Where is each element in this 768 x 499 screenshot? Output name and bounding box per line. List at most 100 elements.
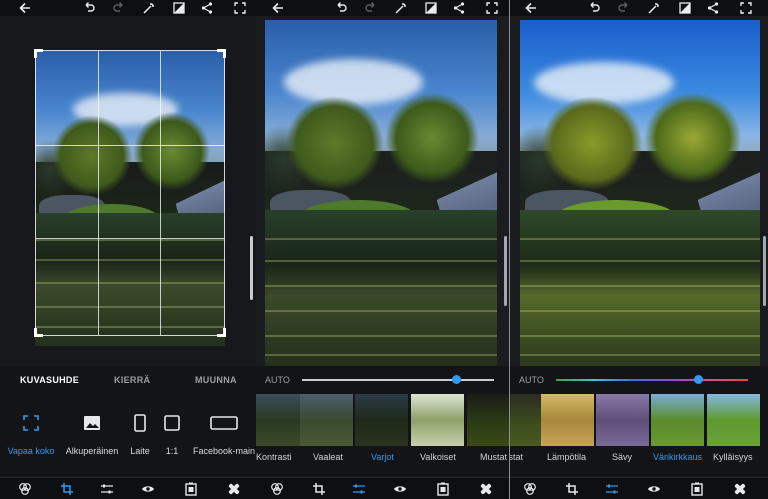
tool-label: Alkuperäinen [65, 446, 119, 456]
eye-icon[interactable] [141, 482, 155, 496]
healing-icon[interactable] [733, 482, 747, 496]
panel-scroll-handle[interactable] [763, 236, 766, 306]
undo-icon[interactable] [334, 1, 348, 15]
tool-original[interactable]: Alkuperäinen [62, 412, 122, 456]
tab-rotate[interactable]: KIERRÄ [114, 375, 150, 385]
tool-label: Laite [130, 446, 150, 456]
crop-tools: Vapaa koko Alkuperäinen Laite 1:1 Facebo… [0, 394, 256, 477]
frame-icon[interactable] [690, 482, 704, 496]
panel-scroll-handle[interactable] [504, 236, 507, 306]
magic-wand-icon[interactable] [394, 1, 408, 15]
fullscreen-icon[interactable] [233, 1, 247, 15]
back-arrow-icon[interactable] [524, 1, 538, 15]
bottom-nav [256, 477, 509, 499]
crop-tabs: KUVASUHDE KIERRÄ MUUNNA [0, 366, 256, 394]
filters-icon[interactable] [18, 482, 32, 496]
share-icon[interactable] [452, 1, 466, 15]
adjust-icon[interactable] [100, 482, 114, 496]
back-arrow-icon[interactable] [18, 1, 32, 15]
undo-icon[interactable] [82, 1, 96, 15]
option-thumb[interactable] [651, 394, 704, 446]
crop-corner-handle[interactable] [34, 328, 43, 337]
crop-panel: KUVASUHDE KIERRÄ MUUNNA Vapaa koko Alkup… [0, 0, 256, 499]
compare-icon[interactable] [678, 1, 692, 15]
healing-icon[interactable] [227, 482, 241, 496]
top-toolbar [0, 0, 256, 16]
crop-corner-handle[interactable] [34, 49, 43, 58]
option-thumb[interactable] [541, 394, 594, 446]
option-thumb[interactable] [467, 394, 509, 446]
tab-transform[interactable]: MUUNNA [195, 375, 237, 385]
option-label: Mustat [480, 452, 508, 462]
adjust-panel: AUTO Kontrasti Vaaleat Varjot Valkoiset … [256, 0, 509, 499]
option-label: Varjot [371, 452, 394, 462]
tool-label: 1:1 [165, 446, 179, 456]
adjust-icon[interactable] [605, 482, 619, 496]
crop-corner-handle[interactable] [217, 328, 226, 337]
frame-icon[interactable] [184, 482, 198, 496]
crop-frame[interactable] [34, 49, 226, 337]
panel-scroll-handle[interactable] [250, 236, 253, 300]
redo-icon [364, 1, 378, 15]
color-slider-row: AUTO [510, 366, 768, 394]
crop-icon[interactable] [565, 482, 579, 496]
eye-icon[interactable] [647, 482, 661, 496]
free-crop-icon [20, 412, 42, 434]
adjust-slider-track[interactable] [302, 379, 494, 381]
color-slider-knob[interactable] [694, 375, 704, 384]
adjust-slider-knob[interactable] [451, 375, 461, 384]
share-icon[interactable] [706, 1, 720, 15]
option-thumb[interactable] [355, 394, 408, 446]
color-slider-track[interactable] [556, 379, 748, 381]
bottom-nav [0, 477, 256, 499]
magic-wand-icon[interactable] [142, 1, 156, 15]
option-thumb[interactable] [411, 394, 464, 446]
share-icon[interactable] [200, 1, 214, 15]
compare-icon[interactable] [424, 1, 438, 15]
frame-icon[interactable] [436, 482, 450, 496]
adjust-icon[interactable] [352, 482, 366, 496]
edited-photo [265, 20, 497, 366]
top-toolbar [510, 0, 768, 16]
eye-icon[interactable] [393, 482, 407, 496]
edited-photo [520, 20, 760, 366]
option-label: Vaaleat [313, 452, 343, 462]
option-thumb[interactable] [300, 394, 353, 446]
option-thumb[interactable] [707, 394, 760, 446]
adjust-options: Kontrasti Vaaleat Varjot Valkoiset Musta… [256, 394, 509, 477]
back-arrow-icon[interactable] [271, 1, 285, 15]
auto-label[interactable]: AUTO [265, 375, 290, 385]
tool-square[interactable]: 1:1 [158, 412, 186, 456]
undo-icon[interactable] [587, 1, 601, 15]
filters-icon[interactable] [270, 482, 284, 496]
option-label: Valkoiset [420, 452, 456, 462]
square-icon [161, 412, 183, 434]
option-label: tiistat [510, 452, 524, 462]
healing-icon[interactable] [479, 482, 493, 496]
tool-device[interactable]: Laite [126, 412, 154, 456]
magic-wand-icon[interactable] [647, 1, 661, 15]
tool-label: Facebook-main [192, 446, 256, 456]
bottom-nav [510, 477, 768, 499]
option-label: Lämpötila [547, 452, 587, 462]
crop-icon[interactable] [60, 482, 74, 496]
option-label: Kylläisyys [713, 452, 753, 462]
color-panel: AUTO tiistat Lämpötila Sävy Värikirkkaus… [510, 0, 768, 499]
adjust-slider-row: AUTO [256, 366, 509, 394]
option-label: Sävy [612, 452, 633, 462]
fullscreen-icon[interactable] [739, 1, 753, 15]
tool-facebook[interactable]: Facebook-main [192, 412, 256, 456]
tab-aspect-ratio[interactable]: KUVASUHDE [20, 375, 79, 385]
filters-icon[interactable] [523, 482, 537, 496]
phone-icon [129, 412, 151, 434]
tool-free-crop[interactable]: Vapaa koko [6, 412, 56, 456]
crop-icon[interactable] [312, 482, 326, 496]
redo-icon [112, 1, 126, 15]
fullscreen-icon[interactable] [485, 1, 499, 15]
color-options: tiistat Lämpötila Sävy Värikirkkaus Kyll… [510, 394, 768, 477]
crop-corner-handle[interactable] [217, 49, 226, 58]
option-label: Kontrasti [256, 452, 292, 462]
option-thumb[interactable] [596, 394, 649, 446]
auto-label[interactable]: AUTO [519, 375, 544, 385]
compare-icon[interactable] [172, 1, 186, 15]
